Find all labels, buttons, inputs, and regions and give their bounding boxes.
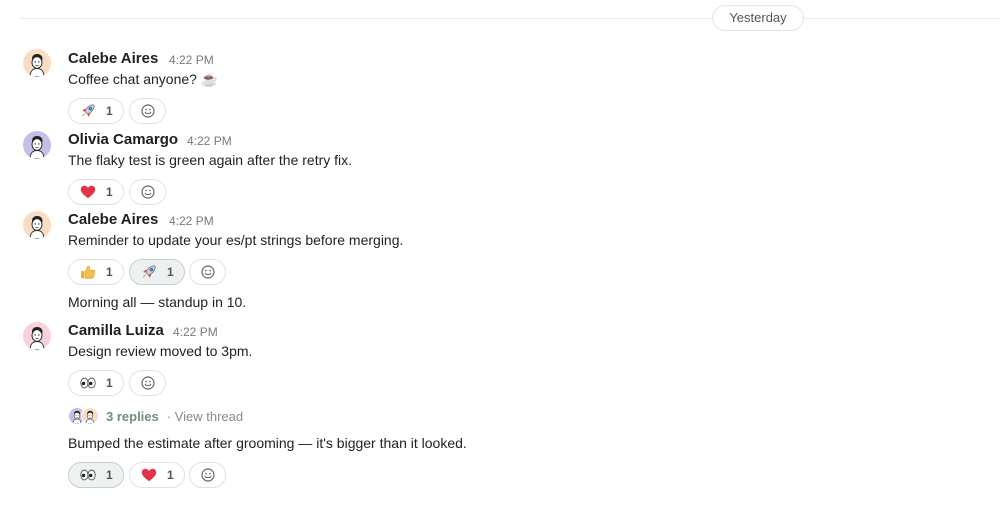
add-reaction-button[interactable] bbox=[189, 462, 226, 488]
add-reaction-button[interactable] bbox=[129, 98, 166, 124]
view-thread-link[interactable]: · View thread bbox=[167, 409, 243, 424]
heart-icon bbox=[79, 183, 97, 201]
message-text: Bumped the estimate after grooming — it'… bbox=[68, 435, 467, 451]
thumbs-up-icon bbox=[79, 263, 97, 281]
reaction-count: 1 bbox=[106, 468, 113, 482]
reaction-count: 1 bbox=[106, 376, 113, 390]
message-text: Reminder to update your es/pt strings be… bbox=[68, 232, 404, 248]
author-name[interactable]: Olivia Camargo bbox=[68, 131, 178, 148]
author-name[interactable]: Calebe Aires bbox=[68, 211, 158, 228]
thread-summary[interactable]: 3 replies · View thread bbox=[68, 406, 243, 426]
timestamp[interactable]: 4:22 PM bbox=[187, 134, 232, 148]
author-name[interactable]: Calebe Aires bbox=[68, 50, 158, 67]
reaction-count: 1 bbox=[167, 265, 174, 279]
avatar[interactable] bbox=[23, 211, 51, 239]
smiley-icon bbox=[200, 467, 216, 483]
rocket-icon bbox=[140, 263, 158, 281]
timestamp[interactable]: 4:22 PM bbox=[169, 214, 214, 228]
avatar[interactable] bbox=[23, 49, 51, 77]
reaction-heart[interactable]: 1 bbox=[68, 179, 124, 205]
reaction-count: 1 bbox=[106, 104, 113, 118]
eyes-icon bbox=[79, 374, 97, 392]
thread-participant-avatar bbox=[81, 407, 99, 425]
message-text: Design review moved to 3pm. bbox=[68, 343, 253, 359]
reaction-heart[interactable]: 1 bbox=[129, 462, 185, 488]
heart-icon bbox=[140, 466, 158, 484]
avatar[interactable] bbox=[23, 322, 51, 350]
add-reaction-button[interactable] bbox=[129, 370, 166, 396]
thread-replies-link[interactable]: 3 replies bbox=[106, 409, 159, 424]
reaction-count: 1 bbox=[106, 265, 113, 279]
smiley-icon bbox=[140, 375, 156, 391]
date-divider-line bbox=[20, 18, 1000, 19]
avatar[interactable] bbox=[23, 131, 51, 159]
eyes-icon bbox=[79, 466, 97, 484]
reaction-rocket[interactable]: 1 bbox=[129, 259, 185, 285]
reaction-count: 1 bbox=[106, 185, 113, 199]
date-divider-pill[interactable]: Yesterday bbox=[712, 5, 804, 31]
reaction-rocket[interactable]: 1 bbox=[68, 98, 124, 124]
message-text: The flaky test is green again after the … bbox=[68, 152, 353, 168]
smiley-icon bbox=[200, 264, 216, 280]
reaction-eyes[interactable]: 1 bbox=[68, 462, 124, 488]
timestamp[interactable]: 4:22 PM bbox=[169, 53, 214, 67]
author-name[interactable]: Camilla Luiza bbox=[68, 322, 164, 339]
add-reaction-button[interactable] bbox=[189, 259, 226, 285]
add-reaction-button[interactable] bbox=[129, 179, 166, 205]
reaction-eyes[interactable]: 1 bbox=[68, 370, 124, 396]
smiley-icon bbox=[140, 103, 156, 119]
reaction-thumbs-up[interactable]: 1 bbox=[68, 259, 124, 285]
reaction-count: 1 bbox=[167, 468, 174, 482]
timestamp[interactable]: 4:22 PM bbox=[173, 325, 218, 339]
smiley-icon bbox=[140, 184, 156, 200]
rocket-icon bbox=[79, 102, 97, 120]
message-text: Morning all — standup in 10. bbox=[68, 294, 247, 310]
message-text: Coffee chat anyone? ☕ bbox=[68, 71, 219, 87]
